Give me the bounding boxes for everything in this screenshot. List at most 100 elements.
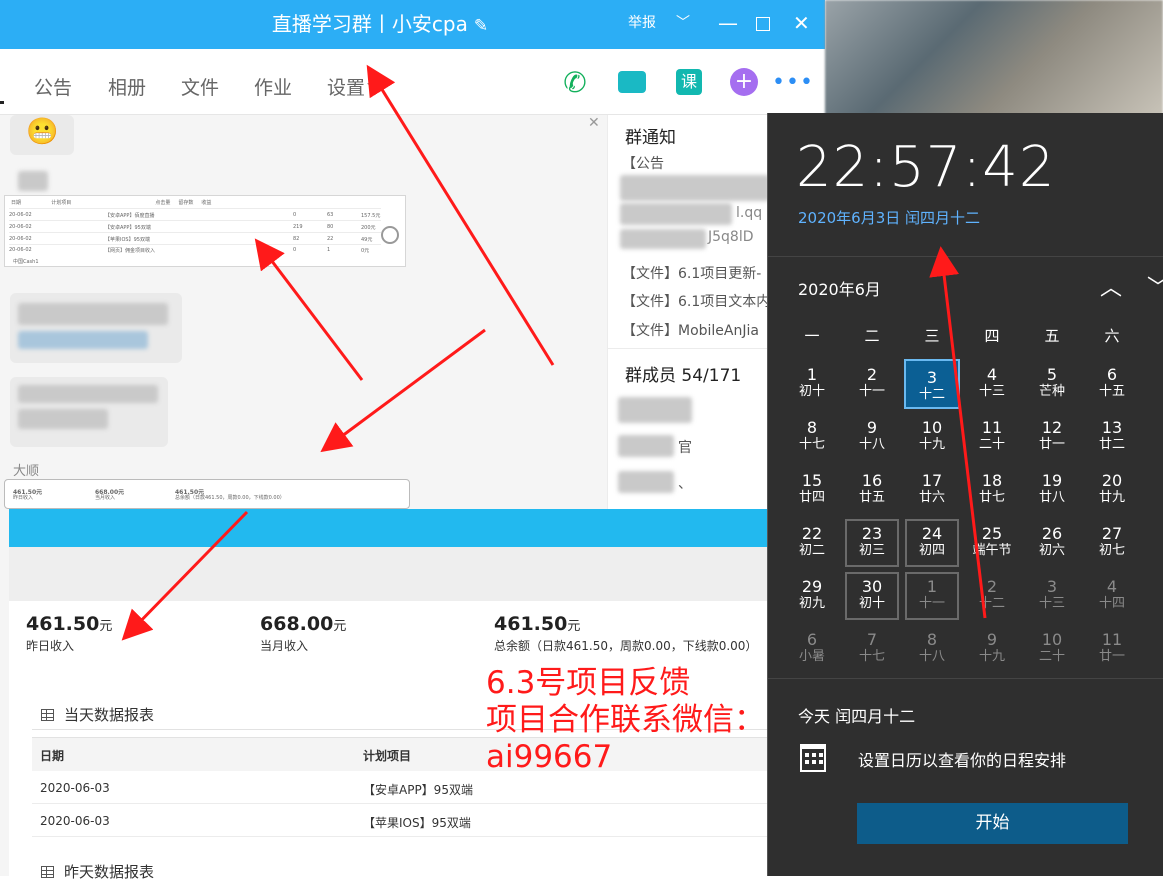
- tab-announcement[interactable]: 公告: [34, 73, 72, 100]
- calendar-day[interactable]: 3 十三: [1024, 571, 1080, 621]
- lunar-date: 初二: [798, 543, 825, 558]
- calendar-day[interactable]: 16 廿五: [844, 465, 900, 515]
- annotation-line: 项目合作联系微信：: [486, 702, 765, 738]
- start-button[interactable]: 开始: [857, 803, 1128, 844]
- calendar-day[interactable]: 1 初十: [784, 359, 840, 409]
- calendar-day[interactable]: 11 二十: [964, 412, 1020, 462]
- file-item[interactable]: 【文件】6.1项目更新-: [622, 263, 761, 283]
- calendar-day[interactable]: 4 十三: [964, 359, 1020, 409]
- lunar-date: 十一: [918, 596, 945, 611]
- tab-homework[interactable]: 作业: [254, 73, 292, 100]
- plus-icon[interactable]: +: [729, 67, 759, 97]
- tab-album[interactable]: 相册: [108, 73, 146, 100]
- thumb-cell: 82: [293, 236, 300, 242]
- calendar-day[interactable]: 22 初二: [784, 518, 840, 568]
- video-icon[interactable]: [617, 67, 647, 97]
- course-icon[interactable]: 课: [674, 67, 704, 97]
- calendar-day[interactable]: 30 初十: [844, 571, 900, 621]
- calendar-day[interactable]: 8 十八: [904, 624, 960, 674]
- cell-date: 2020-06-03: [40, 814, 110, 828]
- notice-text[interactable]: 【公告: [622, 153, 664, 173]
- calendar-day[interactable]: 18 廿七: [964, 465, 1020, 515]
- thumb-cell: 20-06-02: [9, 247, 32, 253]
- tab-files[interactable]: 文件: [181, 73, 219, 100]
- calendar-day[interactable]: 27 初七: [1084, 518, 1140, 568]
- calendar-day[interactable]: 11 廿一: [1084, 624, 1140, 674]
- calendar-day[interactable]: 1 十一: [904, 571, 960, 621]
- chevron-up-icon[interactable]: ︿: [1100, 270, 1122, 302]
- day-number: 30: [861, 577, 883, 596]
- phone-icon[interactable]: ✆: [560, 66, 590, 99]
- clock-time: 22:57:42: [796, 135, 1056, 200]
- chevron-down-icon[interactable]: ﹀: [1147, 270, 1163, 302]
- file-item[interactable]: 【文件】6.1项目文本内: [622, 291, 770, 311]
- lunar-date: 廿二: [1098, 437, 1125, 452]
- more-icon[interactable]: •••: [772, 67, 813, 97]
- clock-date-link[interactable]: 2020年6月3日 闰四月十二: [798, 207, 980, 228]
- calendar-day[interactable]: 8 十七: [784, 412, 840, 462]
- day-number: 3: [1046, 577, 1058, 596]
- chevron-down-icon[interactable]: ﹀: [676, 0, 690, 49]
- calendar-day[interactable]: 9 十八: [844, 412, 900, 462]
- zoom-in-icon[interactable]: [381, 226, 399, 244]
- calendar-day[interactable]: 4 十四: [1084, 571, 1140, 621]
- calendar-day[interactable]: 5 芒种: [1024, 359, 1080, 409]
- lunar-date: 十四: [1098, 596, 1125, 611]
- calendar-day[interactable]: 23 初三: [844, 518, 900, 568]
- lunar-date: 廿八: [1038, 490, 1065, 505]
- calendar-day[interactable]: 17 廿六: [904, 465, 960, 515]
- report-button[interactable]: 举报: [628, 0, 656, 49]
- day-number: 8: [806, 418, 818, 437]
- file-item[interactable]: 【文件】MobileAnJia: [622, 320, 759, 340]
- calendar-day[interactable]: 26 初六: [1024, 518, 1080, 568]
- lunar-date: 廿六: [918, 490, 945, 505]
- day-number: 29: [801, 577, 823, 596]
- lunar-date: 初十: [858, 596, 885, 611]
- screenshot-thumbnail[interactable]: 日期 计划项目 点击量 留存数 收益 20-06-02 【安卓APP】佰度直播 …: [4, 195, 406, 267]
- thumb-cell: 80: [327, 224, 334, 230]
- day-number: 26: [1041, 524, 1063, 543]
- day-number: 11: [1101, 630, 1123, 649]
- calendar-day[interactable]: 20 廿九: [1084, 465, 1140, 515]
- maximize-icon[interactable]: [756, 0, 770, 49]
- calendar-day[interactable]: 12 廿一: [1024, 412, 1080, 462]
- lunar-date: 十七: [858, 649, 885, 664]
- lunar-date: 小暑: [798, 649, 825, 664]
- close-icon[interactable]: ✕: [793, 0, 810, 49]
- members-heading[interactable]: 群成员 54/171: [625, 361, 741, 386]
- minimize-icon[interactable]: —: [718, 0, 738, 49]
- calendar-day[interactable]: 15 廿四: [784, 465, 840, 515]
- lunar-date: 廿一: [1098, 649, 1125, 664]
- annotation-line: 6.3号项目反馈: [486, 665, 691, 701]
- calendar-day[interactable]: 7 十七: [844, 624, 900, 674]
- calendar-day[interactable]: 10 十九: [904, 412, 960, 462]
- sender-name: 大顺: [13, 464, 40, 479]
- calendar-day[interactable]: 2 十一: [844, 359, 900, 409]
- day-number: 10: [1041, 630, 1063, 649]
- calendar-day[interactable]: 6 十五: [1084, 359, 1140, 409]
- screenshot-thumbnail-2[interactable]: 461.50元 昨日收入 668.00元 当月收入 461.50元 总余额（日款…: [4, 479, 410, 509]
- close-panel-icon[interactable]: ✕: [588, 115, 600, 131]
- stat-label: 总余额（日款461.50，周款0.00，下线款0.00）: [494, 639, 758, 653]
- tab-settings[interactable]: 设置 ﹀: [327, 73, 380, 100]
- calendar-day[interactable]: 6 小暑: [784, 624, 840, 674]
- edit-name-icon[interactable]: ✎: [474, 16, 488, 36]
- calendar-day[interactable]: 2 十二: [964, 571, 1020, 621]
- calendar-day[interactable]: 13 廿二: [1084, 412, 1140, 462]
- month-label[interactable]: 2020年6月: [798, 276, 881, 300]
- calendar-day-today[interactable]: 3 十二: [904, 359, 960, 409]
- lunar-date: 十八: [858, 437, 885, 452]
- day-number: 13: [1101, 418, 1123, 437]
- day-number: 9: [866, 418, 878, 437]
- calendar-day[interactable]: 29 初九: [784, 571, 840, 621]
- calendar-day[interactable]: 24 初四: [904, 518, 960, 568]
- emoji-bubble[interactable]: 😬: [10, 115, 74, 155]
- calendar-day[interactable]: 19 廿八: [1024, 465, 1080, 515]
- thumb-stat-label: 总余额（日款461.50，周款0.00，下线款0.00）: [175, 495, 285, 501]
- calendar-day[interactable]: 25 端午节: [964, 518, 1020, 568]
- blurred-notice: [620, 229, 706, 249]
- day-number: 8: [926, 630, 938, 649]
- calendar-day[interactable]: 10 二十: [1024, 624, 1080, 674]
- promo-annotation: 6.3号项目反馈 项目合作联系微信： ai99667: [486, 665, 765, 776]
- calendar-day[interactable]: 9 十九: [964, 624, 1020, 674]
